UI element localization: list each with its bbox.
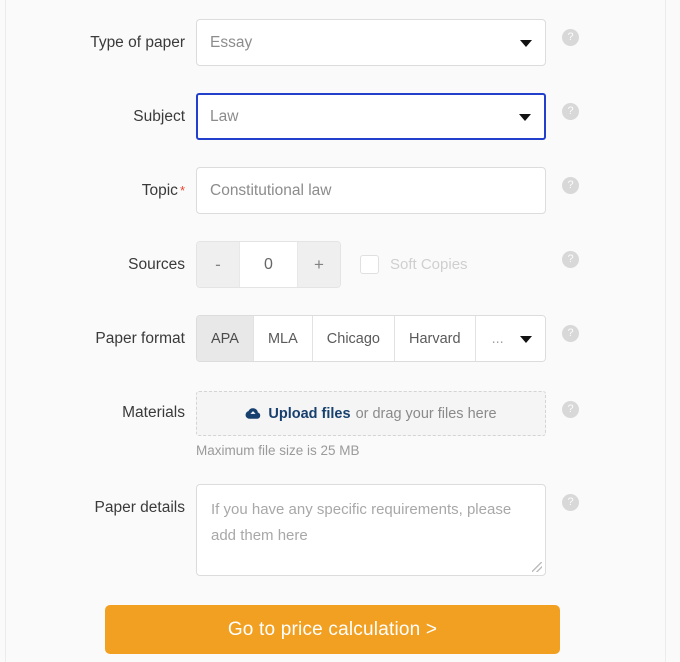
topic-value: Constitutional law [210, 168, 331, 213]
field-topic: Constitutional law [196, 167, 546, 214]
label-paper-format: Paper format [0, 329, 185, 349]
label-sources: Sources [0, 255, 185, 275]
label-subject: Subject [0, 107, 185, 127]
field-paper-details: If you have any specific requirements, p… [196, 484, 546, 576]
help-icon-subject[interactable]: ? [562, 103, 579, 120]
chevron-down-icon [520, 40, 532, 47]
subject-select[interactable]: Law [196, 93, 546, 140]
soft-copies-checkbox[interactable] [360, 255, 379, 274]
type-of-paper-select[interactable]: Essay [196, 19, 546, 66]
help-icon-sources[interactable]: ? [562, 251, 579, 268]
label-topic: Topic* [0, 181, 185, 201]
soft-copies-label: Soft Copies [390, 256, 468, 273]
upload-hint-text: or drag your files here [356, 406, 497, 422]
paper-format-more-label: ... [492, 331, 504, 347]
label-type-of-paper: Type of paper [0, 33, 185, 53]
help-icon-topic[interactable]: ? [562, 177, 579, 194]
field-type-of-paper: Essay [196, 19, 546, 66]
field-sources: - 0 + [196, 241, 341, 288]
sources-value[interactable]: 0 [240, 242, 297, 287]
paper-format-tab-chicago[interactable]: Chicago [313, 316, 395, 361]
resize-handle-icon[interactable] [532, 562, 542, 572]
paper-format-tab-apa[interactable]: APA [197, 316, 254, 361]
paper-format-more-dropdown[interactable]: ... [476, 316, 545, 361]
paper-details-textarea[interactable]: If you have any specific requirements, p… [196, 484, 546, 576]
upload-dropzone[interactable]: Upload files or drag your files here [196, 391, 546, 436]
paper-format-tab-mla[interactable]: MLA [254, 316, 313, 361]
help-icon-type-of-paper[interactable]: ? [562, 29, 579, 46]
required-asterisk: * [180, 183, 185, 198]
upload-files-link[interactable]: Upload files [268, 406, 350, 422]
go-to-price-calculation-button[interactable]: Go to price calculation > [105, 605, 560, 654]
order-form-page: Type of paper Essay ? Subject Law ? To [0, 0, 680, 662]
cloud-upload-icon [245, 407, 261, 420]
label-paper-details: Paper details [0, 498, 185, 518]
field-materials: Upload files or drag your files here [196, 391, 546, 436]
soft-copies-checkbox-wrap[interactable]: Soft Copies [360, 241, 468, 288]
sources-stepper: - 0 + [196, 241, 341, 288]
paper-format-tabs: APA MLA Chicago Harvard ... [196, 315, 546, 362]
sources-decrement-button[interactable]: - [197, 242, 240, 287]
help-icon-paper-format[interactable]: ? [562, 325, 579, 342]
chevron-down-icon [520, 336, 532, 343]
max-file-size-note: Maximum file size is 25 MB [196, 443, 360, 458]
field-paper-format: APA MLA Chicago Harvard ... [196, 315, 546, 362]
topic-input[interactable]: Constitutional law [196, 167, 546, 214]
help-icon-materials[interactable]: ? [562, 401, 579, 418]
paper-details-placeholder: If you have any specific requirements, p… [211, 501, 511, 544]
paper-format-tab-harvard[interactable]: Harvard [395, 316, 476, 361]
sources-increment-button[interactable]: + [297, 242, 340, 287]
field-subject: Law [196, 93, 546, 140]
help-icon-paper-details[interactable]: ? [562, 494, 579, 511]
chevron-down-icon [519, 114, 531, 121]
label-materials: Materials [0, 403, 185, 423]
right-divider [665, 0, 666, 662]
subject-value: Law [210, 95, 238, 138]
type-of-paper-value: Essay [210, 20, 252, 65]
